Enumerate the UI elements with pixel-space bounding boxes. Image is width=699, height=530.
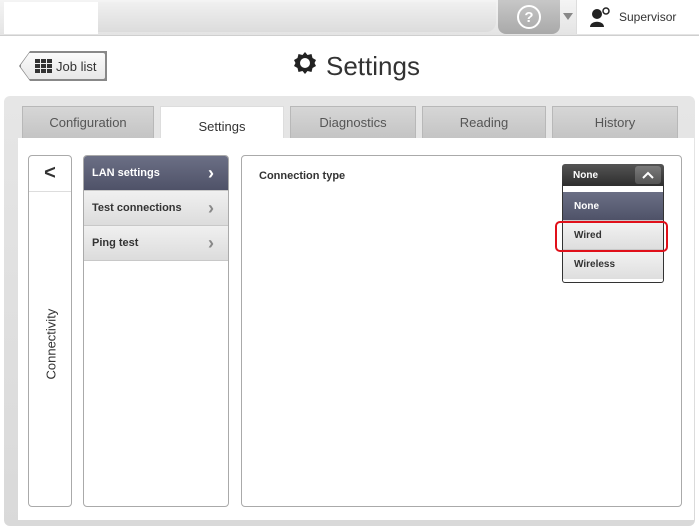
user-settings-icon: [589, 6, 611, 28]
option-none[interactable]: None: [563, 192, 663, 221]
connection-type-label: Connection type: [259, 170, 346, 182]
settings-menu: LAN settings › Test connections › Ping t…: [83, 155, 229, 507]
page-title: Settings: [292, 50, 420, 83]
connectivity-label: Connectivity: [43, 308, 59, 380]
chevron-right-icon: ›: [208, 197, 214, 218]
menu-item-label: LAN settings: [92, 167, 160, 179]
top-bar-middle: [98, 2, 496, 32]
connectivity-column: < Connectivity: [28, 155, 72, 507]
top-bar: ? Supervisor: [0, 0, 699, 36]
option-label: Wireless: [574, 259, 616, 270]
page-header: Job list Settings: [0, 37, 699, 97]
menu-item-test-connections[interactable]: Test connections ›: [84, 191, 228, 226]
job-list-button[interactable]: Job list: [20, 52, 106, 80]
tab-label: History: [594, 115, 636, 130]
tab-reading[interactable]: Reading: [422, 106, 546, 138]
chevron-up-icon[interactable]: [635, 166, 661, 184]
side-back-button[interactable]: <: [29, 156, 71, 192]
option-label: None: [574, 200, 599, 212]
select-value: None: [573, 169, 598, 181]
wired-highlight-box: [555, 221, 668, 252]
chevron-down-icon[interactable]: [563, 13, 573, 20]
help-button[interactable]: ?: [498, 0, 560, 34]
tab-configuration[interactable]: Configuration: [22, 106, 154, 138]
tab-label: Diagnostics: [319, 115, 387, 130]
tab-label: Reading: [459, 115, 509, 130]
chevron-right-icon: ›: [208, 162, 214, 183]
help-icon: ?: [517, 5, 541, 29]
chevron-right-icon: ›: [208, 232, 214, 253]
page-title-text: Settings: [326, 51, 420, 81]
user-label: Supervisor: [619, 10, 677, 24]
user-menu[interactable]: Supervisor: [576, 0, 699, 34]
job-list-label: Job list: [56, 58, 97, 74]
grid-icon: [35, 59, 52, 73]
tab-label: Configuration: [49, 115, 127, 130]
menu-item-label: Ping test: [92, 237, 139, 249]
tab-history[interactable]: History: [552, 106, 678, 138]
gear-icon: [292, 50, 318, 83]
tab-label: Settings: [198, 119, 246, 134]
tab-diagnostics[interactable]: Diagnostics: [290, 106, 416, 138]
menu-item-ping-test[interactable]: Ping test ›: [84, 226, 228, 261]
connection-type-select[interactable]: None: [562, 164, 664, 186]
option-wireless[interactable]: Wireless: [563, 250, 663, 279]
menu-item-label: Test connections: [92, 202, 182, 214]
top-bar-blank: [4, 2, 98, 34]
menu-item-lan-settings[interactable]: LAN settings ›: [84, 156, 228, 191]
